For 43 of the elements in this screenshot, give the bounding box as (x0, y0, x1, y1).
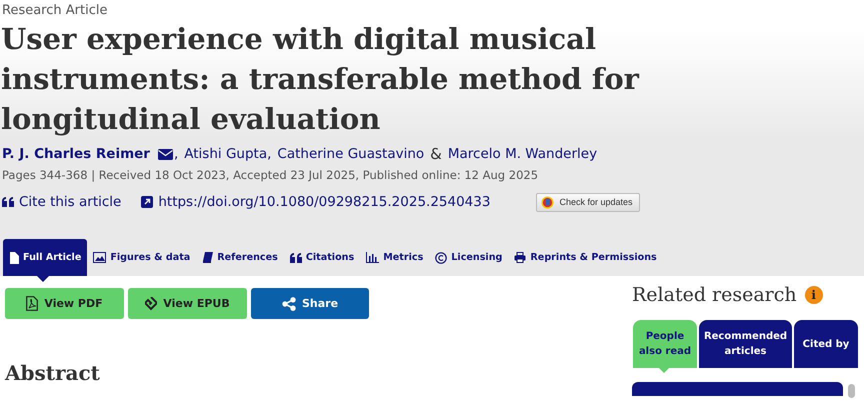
image-icon (93, 252, 106, 263)
article-tab[interactable]: Reprints & Permissions (508, 239, 663, 276)
share-icon (282, 296, 296, 310)
printer-icon (514, 252, 526, 263)
author-link[interactable]: Catherine Guastavino (277, 146, 424, 162)
article-tab[interactable]: References (196, 239, 284, 276)
related-tab[interactable]: Cited by (794, 320, 858, 368)
author-separator: , (267, 146, 272, 162)
quote-icon (290, 252, 302, 262)
info-icon[interactable]: i (804, 286, 823, 304)
quote-icon (2, 197, 14, 207)
view-button[interactable]: View PDF (5, 288, 124, 319)
article-tab[interactable]: Citations (284, 239, 360, 276)
article-title: User experience with digital musical instruments: a transferable method for longitudinal evaluation (0, 21, 640, 138)
bookmark-icon (541, 196, 554, 208)
copyright-icon (435, 252, 448, 264)
article-tab[interactable]: Licensing (429, 239, 508, 276)
author-separator: , (174, 146, 178, 162)
author-link[interactable]: Atishi Gupta (184, 146, 268, 162)
check-updates-button[interactable]: Check for updates (536, 192, 640, 212)
author-link[interactable]: Marcelo M. Wanderley (448, 146, 598, 162)
scrollbar-thumb[interactable] (848, 384, 855, 398)
article-tab[interactable]: Figures & data (87, 239, 196, 276)
section-heading: Abstract (5, 361, 101, 385)
tab-pointer (659, 368, 669, 373)
share-button[interactable]: Share (251, 288, 369, 319)
article-tab[interactable]: Metrics (360, 239, 430, 276)
related-tab[interactable]: Recommended articles (699, 320, 792, 368)
author-separator: & (430, 145, 442, 163)
external-link-icon (141, 196, 154, 208)
author-link[interactable]: P. J. Charles Reimer (2, 146, 150, 162)
doi-link[interactable]: https://doi.org/10.1080/09298215.2025.2540433 (158, 194, 490, 210)
publication-info: Pages 344-368 | Received 18 Oct 2023, Accepted 23 Jul 2025, Published online: 12 Aug 2025 (1, 167, 540, 182)
bar-chart-icon (366, 252, 380, 263)
cite-link[interactable]: Cite this article (19, 194, 122, 210)
view-button[interactable]: View EPUB (128, 288, 247, 319)
pdf-file-icon (26, 296, 38, 311)
panel-title: Related research (632, 284, 797, 306)
document-icon (9, 252, 19, 264)
epub-icon (145, 296, 158, 310)
tab-pointer (37, 276, 49, 282)
article-type: Research Article (1, 2, 108, 19)
book-icon (202, 252, 214, 263)
